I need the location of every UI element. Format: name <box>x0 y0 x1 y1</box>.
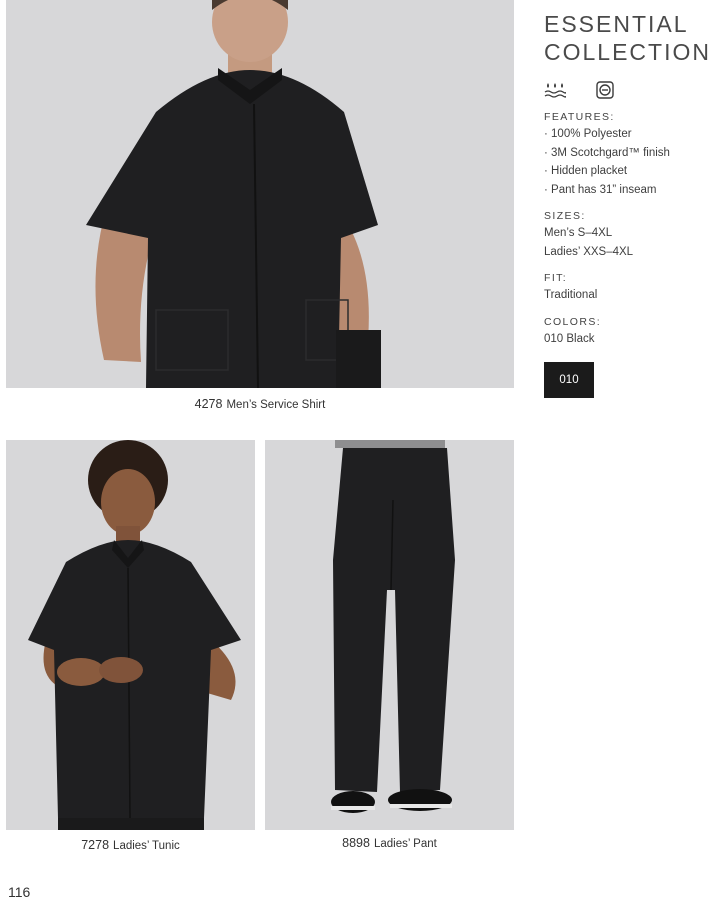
colors-value: 010 Black <box>544 332 595 345</box>
product-code: 8898 <box>342 836 370 850</box>
color-swatch: 010 <box>544 362 594 398</box>
size-item: Men’s S–4XL <box>544 227 613 239</box>
features-list: 100% Polyester 3M Scotchgard™ finish Hid… <box>544 125 714 199</box>
product-code: 7278 <box>81 838 110 852</box>
collection-info: ESSENTIAL COLLECTION FEATURES: 100% Poly… <box>544 10 714 398</box>
size-item: Ladies’ XXS–4XL <box>544 245 634 258</box>
ladies-tunic-caption: 7278 Ladies’ Tunic <box>6 838 255 852</box>
wash-care-icon <box>544 82 566 98</box>
collection-title: ESSENTIAL COLLECTION <box>544 10 714 66</box>
product-name: Ladies’ Pant <box>373 838 437 850</box>
ladies-pant-photo <box>265 440 514 830</box>
product-name: Men’s Service Shirt <box>226 399 326 411</box>
collection-title-line1: ESSENTIAL <box>544 11 689 37</box>
product-code: 4278 <box>194 397 223 411</box>
features-label: FEATURES: <box>544 111 615 123</box>
feature-item: Pant has 31” inseam <box>544 181 714 200</box>
feature-item: 3M Scotchgard™ finish <box>544 144 714 163</box>
feature-item: Hidden placket <box>544 162 714 181</box>
mens-service-shirt-caption: 4278 Men’s Service Shirt <box>6 397 514 411</box>
fit-label: FIT: <box>544 272 568 284</box>
fit-value: Traditional <box>544 289 598 301</box>
care-icons <box>544 80 714 100</box>
ladies-pant-caption: 8898 Ladies’ Pant <box>265 836 514 850</box>
collection-title-line2: COLLECTION <box>544 39 711 65</box>
dryer-icon <box>596 81 614 99</box>
sizes-label: SIZES: <box>544 210 586 222</box>
mens-service-shirt-photo <box>6 0 514 388</box>
page-number: 116 <box>8 884 31 900</box>
feature-item: 100% Polyester <box>544 125 714 144</box>
colors-label: COLORS: <box>544 315 602 328</box>
product-name: Ladies’ Tunic <box>113 840 180 852</box>
ladies-tunic-photo <box>6 440 255 830</box>
